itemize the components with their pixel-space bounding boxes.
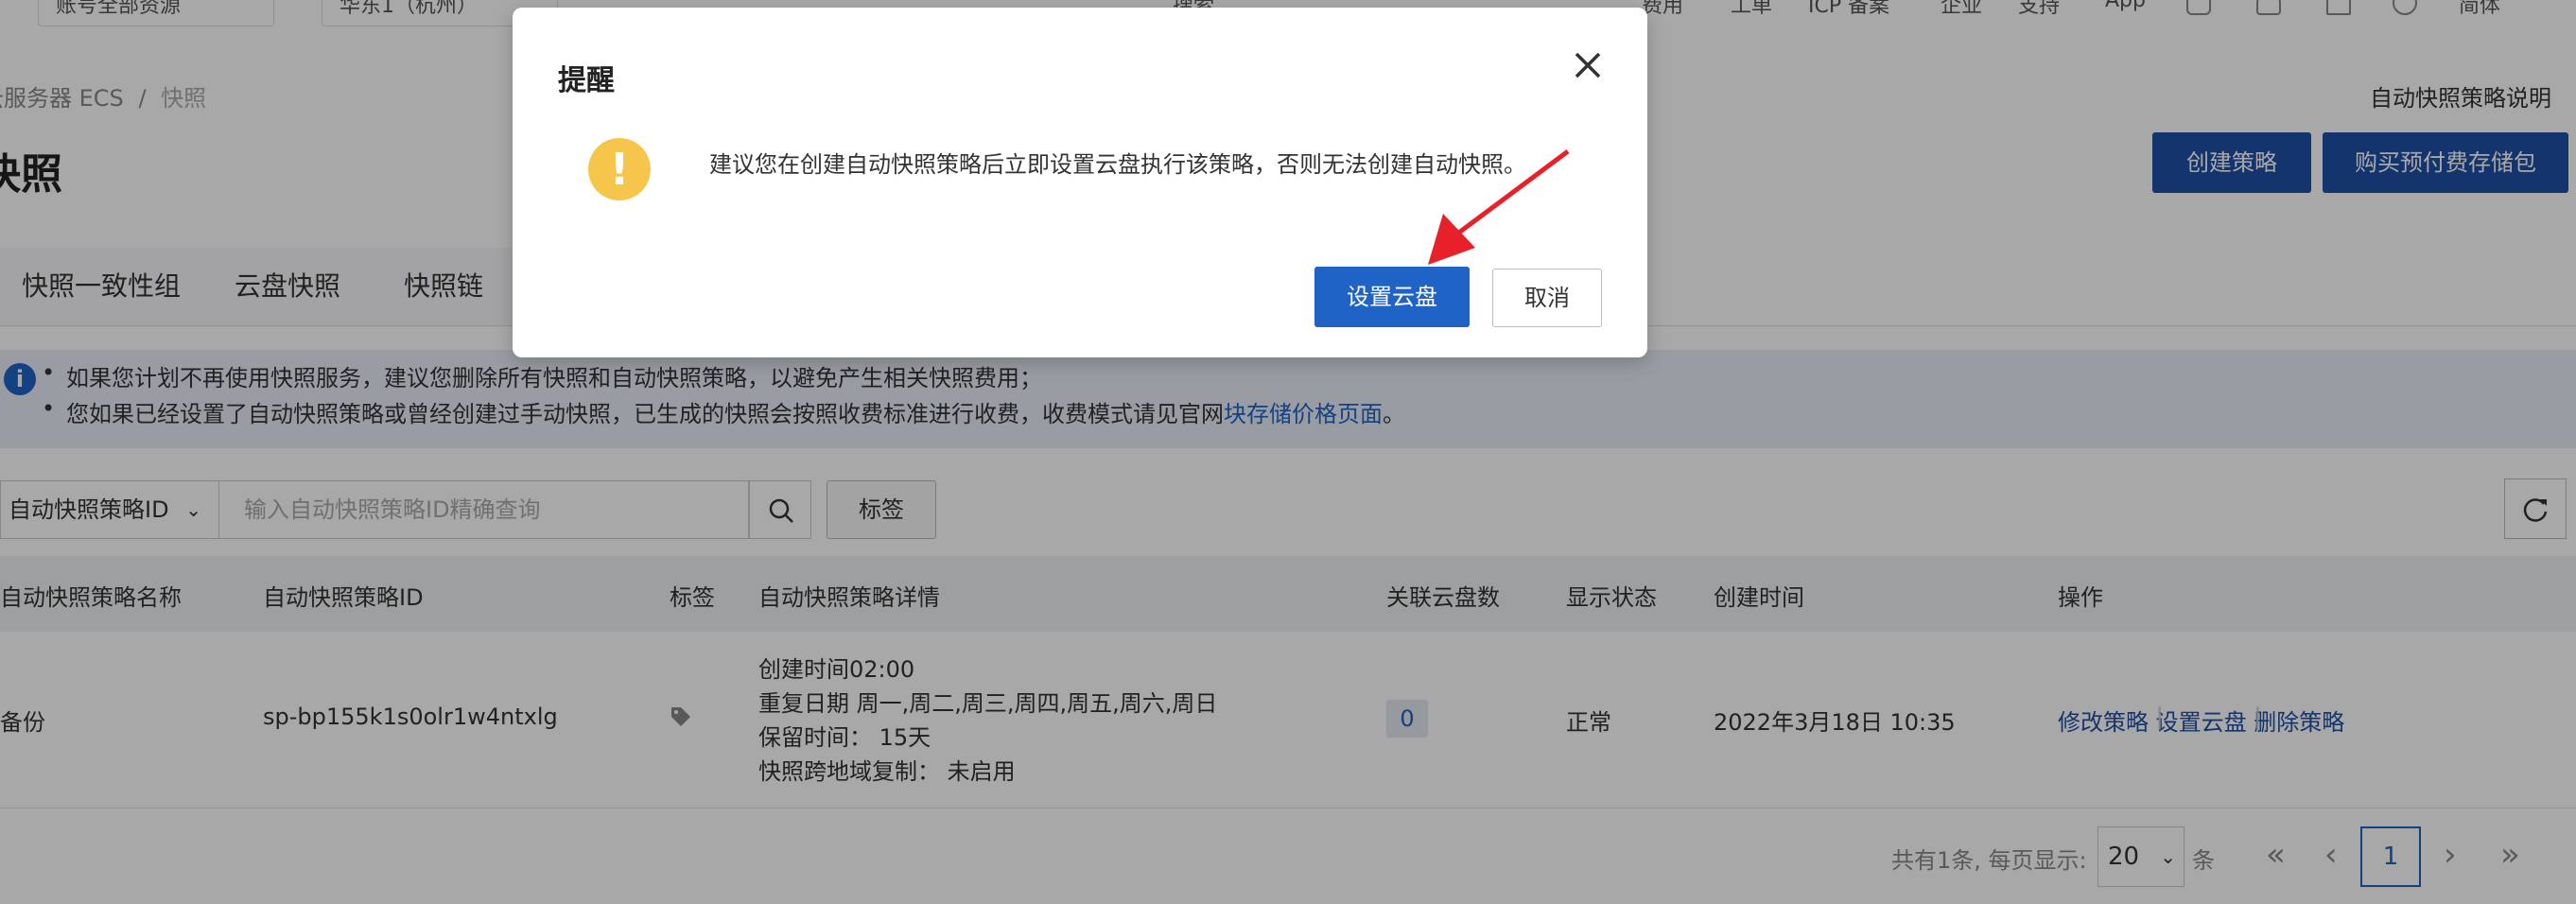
dialog-title: 提醒 (558, 64, 615, 97)
reminder-dialog: 提醒 ! 建议您在创建自动快照策略后立即设置云盘执行该策略，否则无法创建自动快照… (513, 8, 1647, 357)
close-icon[interactable] (1572, 49, 1604, 81)
set-disk-button[interactable]: 设置云盘 (1314, 267, 1470, 327)
cancel-button[interactable]: 取消 (1492, 269, 1602, 327)
warning-icon: ! (588, 138, 651, 200)
dialog-message: 建议您在创建自动快照策略后立即设置云盘执行该策略，否则无法创建自动快照。 (709, 151, 1526, 178)
